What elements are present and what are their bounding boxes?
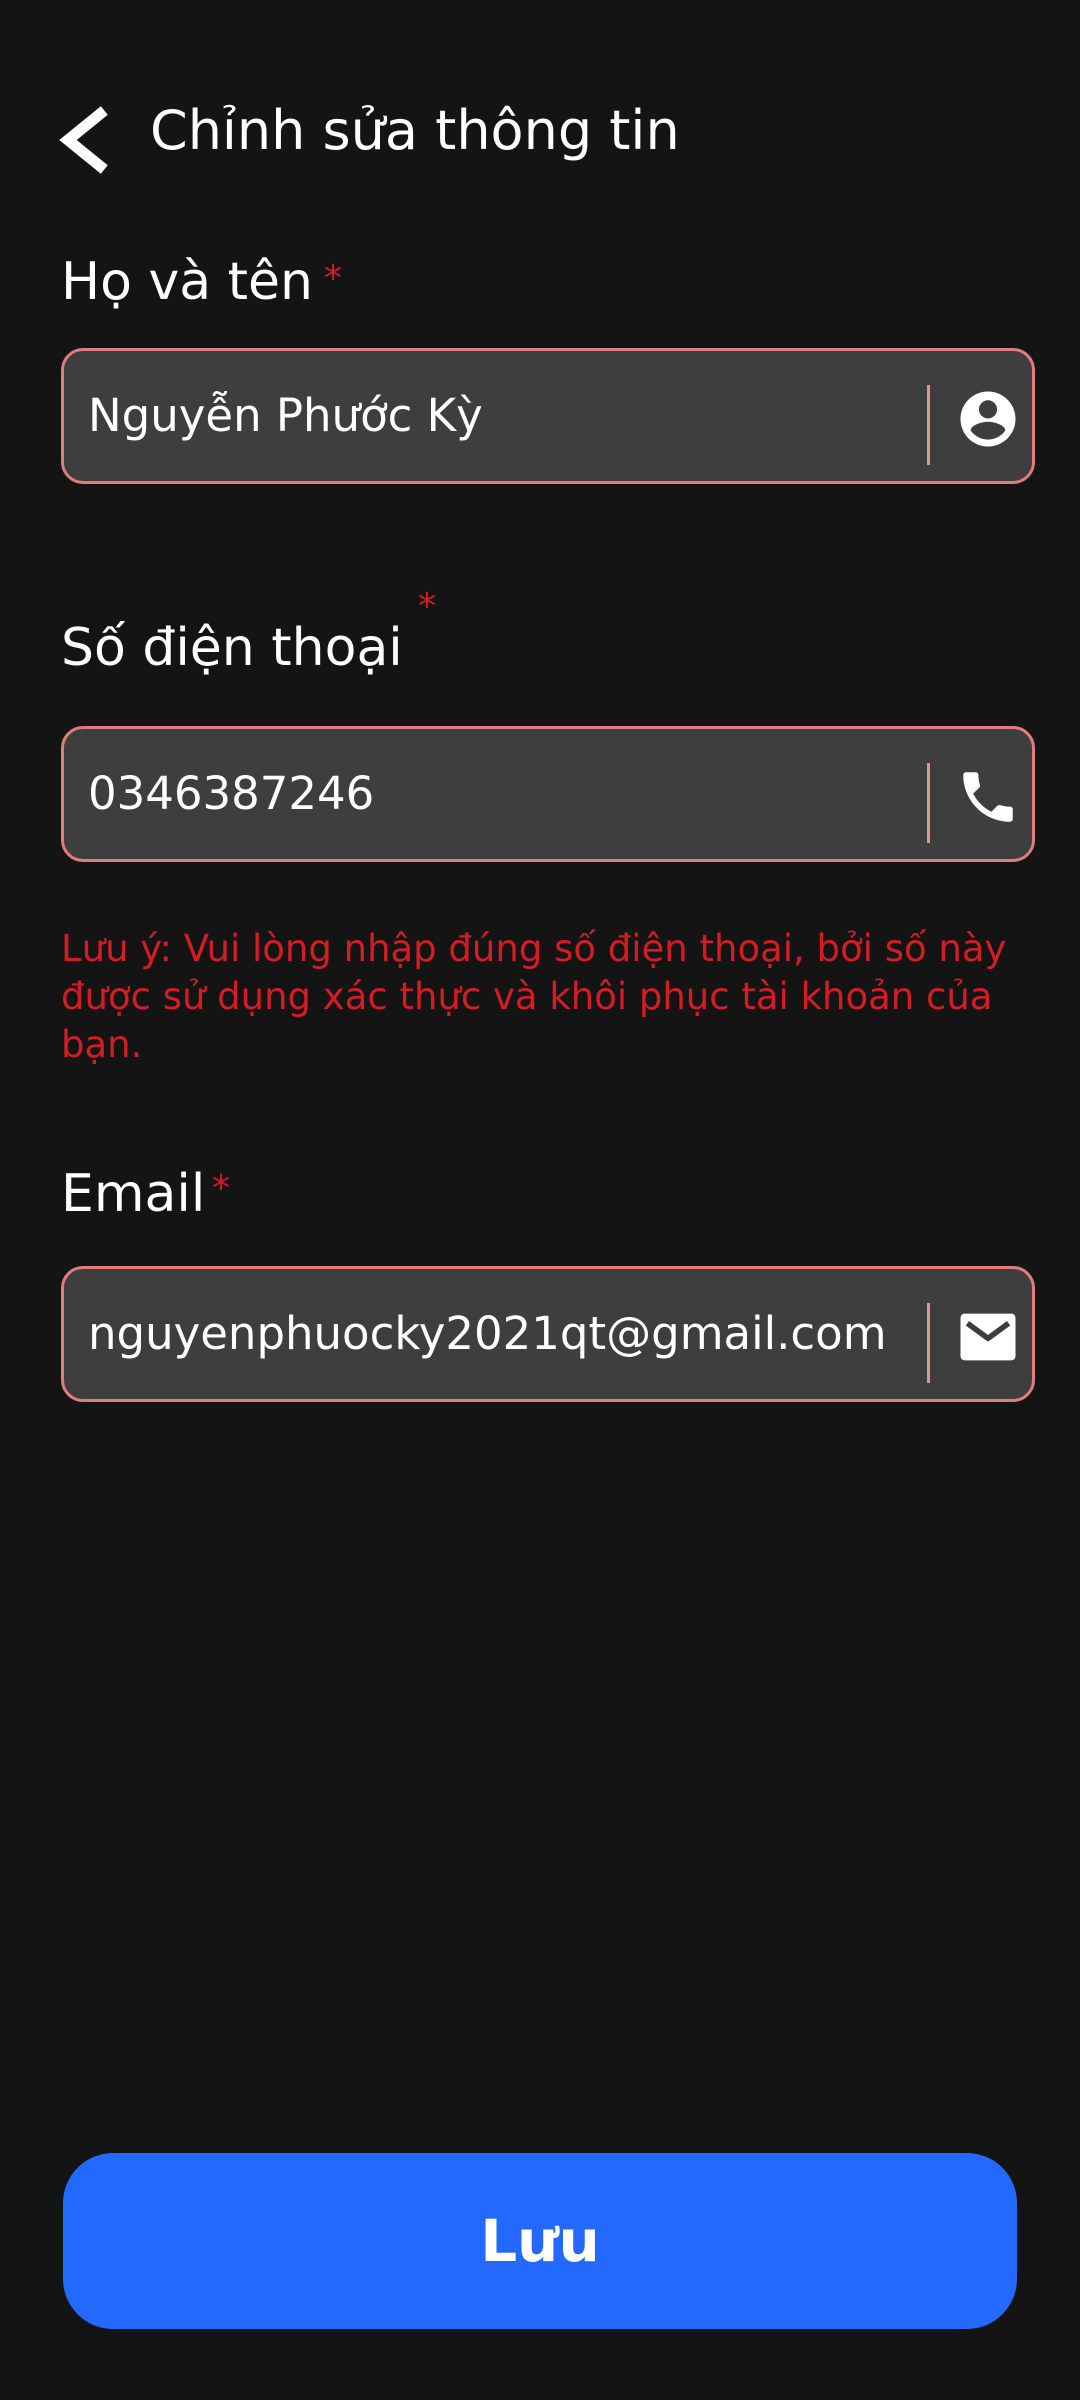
full-name-label: Họ và tên — [61, 252, 313, 312]
full-name-input[interactable]: Nguyễn Phước Kỳ — [88, 351, 483, 481]
chevron-left-icon — [59, 106, 108, 174]
field-divider — [927, 1303, 930, 1383]
full-name-field[interactable]: Nguyễn Phước Kỳ — [61, 348, 1035, 484]
email-input[interactable]: nguyenphuocky2021qt@gmail.com — [88, 1269, 887, 1399]
back-button[interactable] — [52, 100, 116, 180]
phone-note-text: Lưu ý: Vui lòng nhập đúng số điện thoại,… — [61, 927, 1007, 1066]
field-divider — [927, 385, 930, 465]
email-field[interactable]: nguyenphuocky2021qt@gmail.com — [61, 1266, 1035, 1402]
phone-input[interactable]: 0346387246 — [88, 729, 374, 859]
phone-required-mark: * — [418, 586, 436, 627]
full-name-required-mark: * — [324, 258, 342, 299]
mail-icon — [938, 1287, 1038, 1387]
save-button[interactable]: Lưu — [63, 2153, 1017, 2329]
email-label: Email — [61, 1164, 206, 1224]
phone-label: Số điện thoại — [61, 618, 403, 678]
phone-icon — [938, 747, 1038, 847]
save-button-label: Lưu — [480, 2207, 600, 2275]
field-divider — [927, 763, 930, 843]
page-title: Chỉnh sửa thông tin — [150, 99, 680, 162]
email-required-mark: * — [212, 1168, 230, 1209]
header-bar: Chỉnh sửa thông tin — [0, 0, 1080, 260]
account-circle-icon — [938, 369, 1038, 469]
phone-field[interactable]: 0346387246 — [61, 726, 1035, 862]
